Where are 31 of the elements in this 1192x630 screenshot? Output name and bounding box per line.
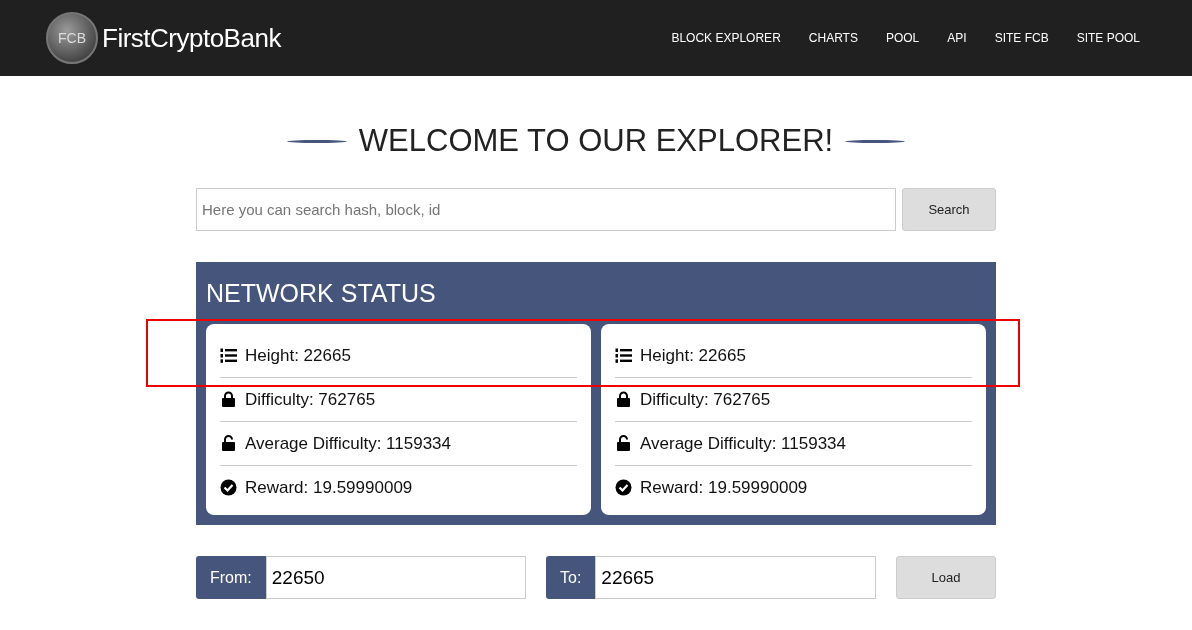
status-text: Average Difficulty: 1159334 xyxy=(640,433,847,454)
nav-link[interactable]: SITE FCB xyxy=(980,31,1063,45)
search-field[interactable]: Here you can search hash, block, id xyxy=(196,188,896,231)
lock-icon xyxy=(220,391,237,408)
page-title: WELCOME TO OUR EXPLORER! xyxy=(358,123,834,159)
logo-badge: FCB xyxy=(46,12,98,64)
from-field[interactable]: 22650 xyxy=(265,556,526,599)
to-field[interactable]: 22665 xyxy=(595,556,876,599)
status-text: Reward: 19.59990009 xyxy=(640,477,808,498)
status-text: Average Difficulty: 1159334 xyxy=(245,433,452,454)
nav-link[interactable]: POOL xyxy=(871,31,934,45)
check-circle-icon xyxy=(220,479,237,496)
lock-icon xyxy=(615,391,632,408)
nav-link[interactable]: API xyxy=(933,31,981,45)
unlocked-lock-icon xyxy=(615,435,632,452)
nav-link[interactable]: SITE POOL xyxy=(1062,31,1154,45)
to-label: To: xyxy=(546,556,596,599)
status-text: Height: 22665 xyxy=(640,345,746,366)
nav-link[interactable]: BLOCK EXPLORER xyxy=(657,31,795,45)
status-text: Difficulty: 762765 xyxy=(245,389,376,410)
status-text: Height: 22665 xyxy=(245,345,351,366)
nav-link[interactable]: CHARTS xyxy=(794,31,872,45)
status-text: Difficulty: 762765 xyxy=(640,389,771,410)
status-text: Reward: 19.59990009 xyxy=(245,477,413,498)
check-circle-icon xyxy=(615,479,632,496)
unlocked-lock-icon xyxy=(220,435,237,452)
from-label: From: xyxy=(196,556,266,599)
panel-title: NETWORK STATUS xyxy=(206,277,437,309)
search-button[interactable]: Search xyxy=(902,188,996,231)
load-button[interactable]: Load xyxy=(896,556,996,599)
brand-name: FirstCryptoBank xyxy=(102,22,281,54)
